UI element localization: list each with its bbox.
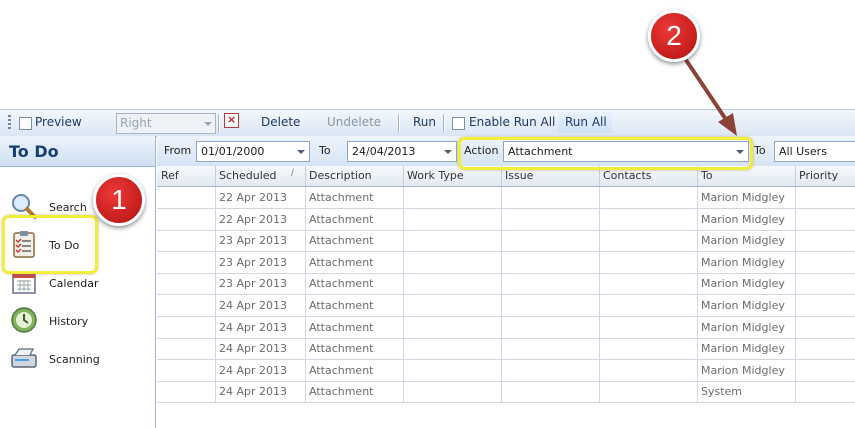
step-2-callout: 2 — [648, 10, 700, 62]
step-1-callout: 1 — [93, 174, 145, 226]
